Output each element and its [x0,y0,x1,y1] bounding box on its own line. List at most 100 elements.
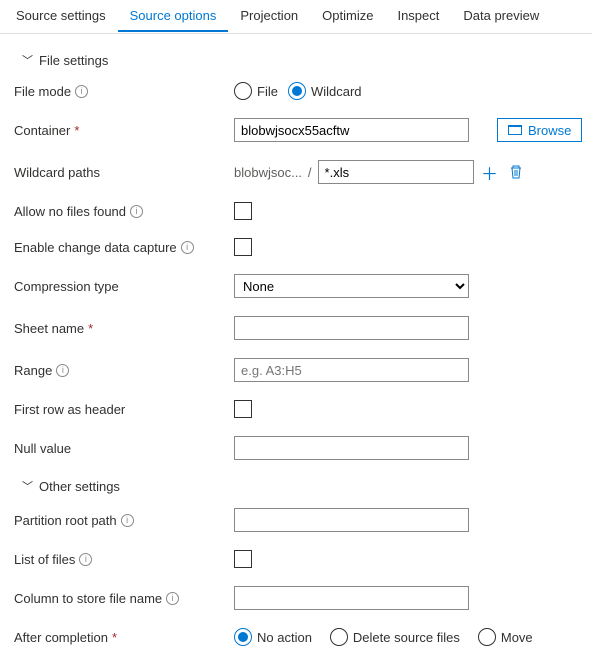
row-column-store: Column to store file name i [8,586,584,610]
row-after-completion: After completion * No action Delete sour… [8,628,584,646]
tab-inspect[interactable]: Inspect [385,1,451,32]
info-icon[interactable]: i [166,592,179,605]
info-icon[interactable]: i [130,205,143,218]
label-range: Range i [14,363,234,378]
required-asterisk: * [112,630,117,645]
section-title: Other settings [39,479,120,494]
row-compression: Compression type None [8,274,584,298]
radio-label: Delete source files [353,630,460,645]
label-text: Sheet name [14,321,84,336]
add-icon[interactable]: ＋ [480,162,500,182]
wildcard-prefix: blobwjsoc... [234,165,302,180]
chevron-down-icon: ﹀ [22,478,33,494]
tab-source-settings[interactable]: Source settings [4,1,118,32]
delete-icon[interactable] [506,162,526,182]
label-text: Partition root path [14,513,117,528]
list-of-files-checkbox[interactable] [234,550,252,568]
content-pane: ﹀ File settings File mode i File Wildcar… [0,34,592,672]
wildcard-input[interactable] [318,160,474,184]
first-row-header-checkbox[interactable] [234,400,252,418]
required-asterisk: * [74,123,79,138]
radio-file[interactable]: File [234,82,278,100]
section-file-settings[interactable]: ﹀ File settings [8,52,584,68]
radio-circle-icon [234,82,252,100]
container-input[interactable] [234,118,469,142]
tab-data-preview[interactable]: Data preview [451,1,551,32]
label-text: File mode [14,84,71,99]
label-text: Allow no files found [14,204,126,219]
label-list-of-files: List of files i [14,552,234,567]
section-other-settings[interactable]: ﹀ Other settings [8,478,584,494]
label-file-mode: File mode i [14,84,234,99]
info-icon[interactable]: i [181,241,194,254]
enable-cdc-checkbox[interactable] [234,238,252,256]
path-separator: / [308,165,312,180]
range-input[interactable] [234,358,469,382]
partition-root-input[interactable] [234,508,469,532]
label-null-value: Null value [14,441,234,456]
row-file-mode: File mode i File Wildcard [8,82,584,100]
radio-move[interactable]: Move [478,628,533,646]
radio-delete-source[interactable]: Delete source files [330,628,460,646]
label-text: After completion [14,630,108,645]
sheet-name-input[interactable] [234,316,469,340]
label-column-store: Column to store file name i [14,591,234,606]
label-text: Compression type [14,279,119,294]
radio-label: Wildcard [311,84,362,99]
label-text: Wildcard paths [14,165,100,180]
info-icon[interactable]: i [56,364,69,377]
row-first-row-header: First row as header [8,400,584,418]
radio-label: File [257,84,278,99]
browse-label: Browse [528,123,571,138]
label-sheet-name: Sheet name * [14,321,234,336]
label-text: First row as header [14,402,125,417]
row-range: Range i [8,358,584,382]
chevron-down-icon: ﹀ [22,52,33,68]
row-wildcard-paths: Wildcard paths blobwjsoc... / ＋ [8,160,584,184]
radio-circle-icon [478,628,496,646]
label-text: Column to store file name [14,591,162,606]
row-allow-no-files: Allow no files found i [8,202,584,220]
label-allow-no-files: Allow no files found i [14,204,234,219]
allow-no-files-checkbox[interactable] [234,202,252,220]
folder-icon [508,125,522,135]
row-sheet-name: Sheet name * [8,316,584,340]
tab-bar: Source settings Source options Projectio… [0,0,592,34]
label-compression: Compression type [14,279,234,294]
radio-circle-icon [288,82,306,100]
radio-circle-icon [330,628,348,646]
label-text: Container [14,123,70,138]
label-first-row-header: First row as header [14,402,234,417]
compression-select[interactable]: None [234,274,469,298]
label-container: Container * [14,123,234,138]
label-wildcard-paths: Wildcard paths [14,165,234,180]
tab-projection[interactable]: Projection [228,1,310,32]
column-store-input[interactable] [234,586,469,610]
label-enable-cdc: Enable change data capture i [14,240,234,255]
info-icon[interactable]: i [79,553,92,566]
browse-button[interactable]: Browse [497,118,582,142]
label-text: Range [14,363,52,378]
label-text: Enable change data capture [14,240,177,255]
tab-optimize[interactable]: Optimize [310,1,385,32]
label-text: Null value [14,441,71,456]
row-partition-root: Partition root path i [8,508,584,532]
radio-wildcard[interactable]: Wildcard [288,82,362,100]
required-asterisk: * [88,321,93,336]
row-list-of-files: List of files i [8,550,584,568]
radio-circle-icon [234,628,252,646]
info-icon[interactable]: i [121,514,134,527]
null-value-input[interactable] [234,436,469,460]
tab-source-options[interactable]: Source options [118,1,229,32]
section-title: File settings [39,53,108,68]
label-after-completion: After completion * [14,630,234,645]
row-enable-cdc: Enable change data capture i [8,238,584,256]
radio-label: No action [257,630,312,645]
info-icon[interactable]: i [75,85,88,98]
label-partition-root: Partition root path i [14,513,234,528]
radio-no-action[interactable]: No action [234,628,312,646]
radio-label: Move [501,630,533,645]
label-text: List of files [14,552,75,567]
row-container: Container * Browse [8,118,584,142]
row-null-value: Null value [8,436,584,460]
